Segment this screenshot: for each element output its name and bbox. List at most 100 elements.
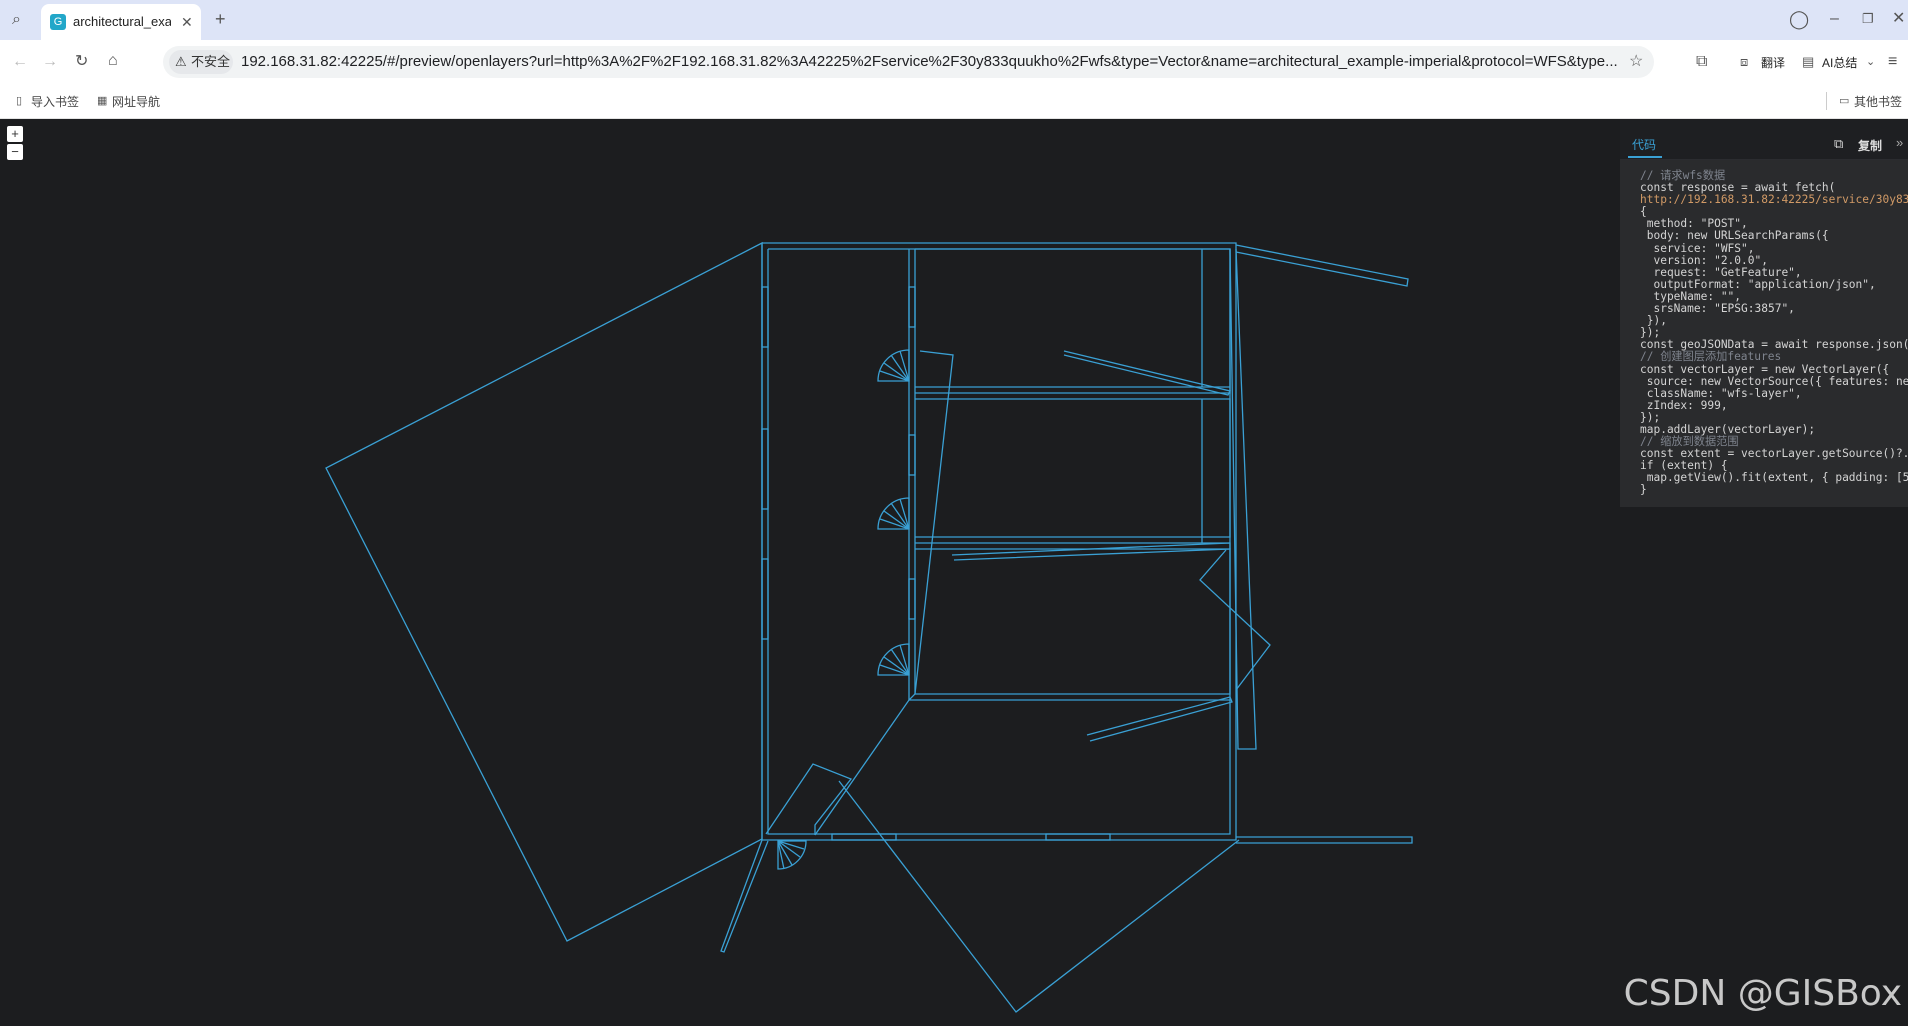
- code-line: request: "GetFeature",: [1640, 265, 1802, 279]
- code-line: outputFormat: "application/json",: [1640, 277, 1876, 291]
- code-line: http://192.168.31.82:42225/service/30y83…: [1640, 193, 1908, 207]
- bookmark-import[interactable]: 导入书签: [31, 93, 79, 110]
- tab-search-icon[interactable]: ⌕: [12, 12, 21, 28]
- security-label: 不安全: [191, 54, 231, 69]
- tab-code-underline: [1628, 156, 1662, 158]
- window-1: [761, 286, 769, 348]
- menu-icon[interactable]: ≡: [1888, 54, 1897, 70]
- code-line: version: "2.0.0",: [1640, 253, 1768, 267]
- folder-icon: ▭: [1839, 95, 1850, 107]
- code-panel-header: 代码 ⧉ 复制 »: [1620, 119, 1908, 160]
- code-line: source: new VectorSource({ features: new…: [1646, 374, 1908, 388]
- code-panel: 代码 ⧉ 复制 » // 请求wfs数据 const response = aw…: [1620, 119, 1908, 1026]
- ai-summary-button[interactable]: AI总结: [1822, 54, 1857, 71]
- code-line: });: [1640, 326, 1661, 340]
- code-line: // 请求wfs数据: [1640, 169, 1726, 182]
- forward-icon[interactable]: →: [42, 54, 58, 70]
- diagonal-stick-3: [1086, 696, 1233, 742]
- tab-bar: ⌕ G architectural_exa ✕ + ◯ – ❐ ✕: [0, 0, 1908, 40]
- code-line: typeName: "",: [1640, 289, 1742, 303]
- outer-wall-inner: [767, 248, 1231, 835]
- code-line: }: [1640, 483, 1647, 497]
- bottom-window-2: [1045, 833, 1111, 841]
- close-window-icon[interactable]: ✕: [1892, 11, 1905, 27]
- code-line: {: [1640, 205, 1647, 219]
- door-opening-left: [908, 286, 916, 328]
- door-swing-4-rays: [777, 840, 805, 870]
- url-text[interactable]: 192.168.31.82:42225/#/preview/openlayers…: [241, 53, 1621, 70]
- code-line: const response = await fetch(: [1640, 181, 1836, 195]
- code-text: // 请求wfs数据 const response = await fetch(…: [1620, 160, 1908, 497]
- code-line: // 缩放到数据范围: [1640, 435, 1739, 449]
- reload-icon[interactable]: ↻: [75, 54, 88, 70]
- minimize-icon[interactable]: –: [1830, 11, 1839, 27]
- room-1: [915, 248, 1231, 394]
- code-line: className: "wfs-layer",: [1640, 386, 1802, 400]
- bookmarks-bar: ▯ 导入书签 ▦ 网址导航 ▭ 其他书签: [0, 84, 1908, 119]
- bookmark-import-icon: ▯: [16, 95, 23, 107]
- warning-icon: ⚠: [175, 54, 187, 69]
- chevron-down-icon[interactable]: ⌄: [1866, 54, 1875, 70]
- outer-wall: [761, 242, 1237, 841]
- code-line: // 创建图层添加features: [1640, 350, 1782, 364]
- tab-title: architectural_exa: [73, 14, 171, 29]
- bookmark-star-icon[interactable]: ☆: [1629, 54, 1643, 70]
- door-opening-low: [908, 578, 916, 620]
- collapse-panel-icon[interactable]: »: [1896, 135, 1903, 151]
- code-line: service: "WFS",: [1640, 241, 1755, 255]
- bookmark-nav[interactable]: 网址导航: [112, 93, 160, 110]
- door-swing-2-rays: [879, 498, 910, 530]
- bookmarks-divider: [1826, 92, 1827, 110]
- translate-icon[interactable]: ⧈: [1740, 54, 1748, 70]
- diagonal-stick-1: [1063, 350, 1231, 396]
- room-3: [915, 548, 1231, 695]
- skewed-wall: [1229, 248, 1257, 750]
- code-line: if (extent) {: [1640, 459, 1728, 473]
- door-opening-mid: [908, 434, 916, 476]
- translate-button[interactable]: 翻译: [1761, 54, 1785, 71]
- code-line: body: new URLSearchParams({: [1640, 229, 1829, 243]
- extensions-icon[interactable]: ⧉: [1696, 54, 1707, 70]
- bookmark-nav-icon: ▦: [97, 95, 108, 107]
- tab-close-icon[interactable]: ✕: [181, 14, 193, 30]
- code-block[interactable]: // 请求wfs数据 const response = await fetch(…: [1620, 160, 1908, 507]
- bottom-extension: [1236, 836, 1413, 844]
- browser-tab-active[interactable]: G architectural_exa ✕: [41, 4, 201, 40]
- code-line: map.getView().fit(extent, { padding: [50…: [1646, 471, 1908, 485]
- code-line: zIndex: 999,: [1640, 398, 1728, 412]
- code-line: method: "POST",: [1640, 217, 1748, 231]
- new-tab-icon[interactable]: +: [215, 10, 226, 28]
- window-2: [761, 428, 769, 510]
- code-line: srsName: "EPSG:3857",: [1640, 302, 1795, 316]
- restore-icon[interactable]: ❐: [1862, 11, 1874, 27]
- window-3: [761, 558, 769, 640]
- site-boundary-polygon: [325, 241, 763, 942]
- code-line: });: [1640, 410, 1661, 424]
- diagonal-stick-2: [951, 542, 1231, 561]
- home-icon[interactable]: ⌂: [108, 53, 118, 69]
- security-indicator[interactable]: ⚠ 不安全: [169, 50, 233, 74]
- map-viewport[interactable]: + −: [0, 119, 1620, 1026]
- door-swing-1-rays: [879, 350, 910, 382]
- other-bookmarks[interactable]: 其他书签: [1854, 93, 1902, 110]
- diagonal-beam-top: [1235, 244, 1409, 287]
- tilted-rect-polygon: [838, 780, 1240, 1013]
- watermark: CSDN @GISBox: [1623, 973, 1902, 1014]
- vector-layer: [325, 241, 1413, 1013]
- code-line: const extent = vectorLayer.getSource()?.…: [1640, 447, 1908, 461]
- address-bar[interactable]: ⚠ 不安全 192.168.31.82:42225/#/preview/open…: [163, 46, 1654, 78]
- code-line: }),: [1640, 314, 1667, 328]
- long-diagonal: [814, 350, 954, 836]
- tab-favicon-icon: G: [50, 14, 66, 30]
- code-line: const vectorLayer = new VectorLayer({: [1640, 362, 1890, 376]
- kink-line: [765, 763, 853, 835]
- copy-icon[interactable]: ⧉: [1834, 136, 1843, 152]
- back-icon[interactable]: ←: [12, 54, 28, 70]
- profile-icon[interactable]: ◯: [1789, 10, 1809, 28]
- door-swing-3-rays: [879, 644, 910, 676]
- copy-button[interactable]: 复制: [1858, 137, 1882, 154]
- ai-summary-icon[interactable]: ▤: [1802, 54, 1814, 70]
- room-2: [915, 398, 1231, 538]
- bottom-window-1: [831, 833, 897, 841]
- tab-code[interactable]: 代码: [1632, 136, 1656, 153]
